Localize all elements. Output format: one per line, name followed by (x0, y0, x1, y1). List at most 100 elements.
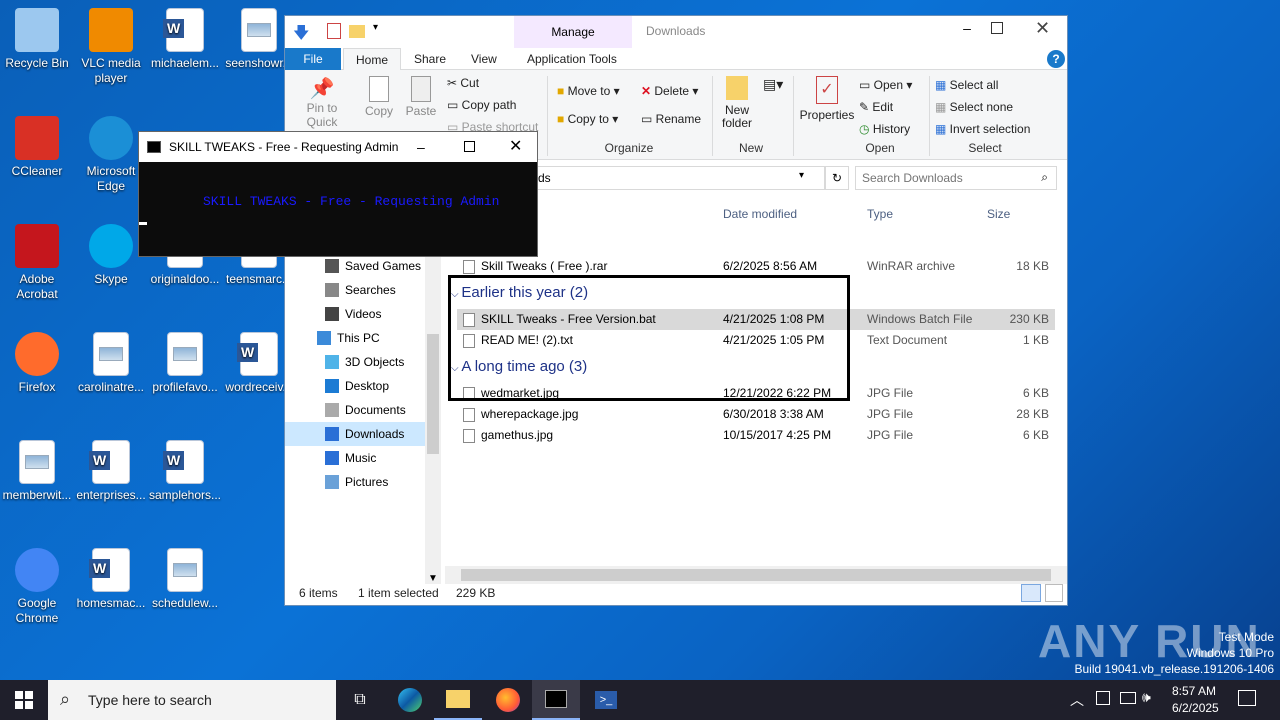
taskbar-search-box[interactable]: ⌕ Type here to search (48, 680, 336, 720)
desktop-icon[interactable]: Google Chrome (0, 548, 74, 626)
new-folder-button[interactable]: New folder (719, 76, 755, 130)
search-input[interactable] (862, 168, 1032, 188)
help-icon[interactable]: ? (1047, 50, 1065, 68)
nav-item-downloads[interactable]: Downloads (285, 422, 425, 446)
notification-icon[interactable] (1238, 690, 1256, 706)
copy-to-button[interactable]: ■ Copy to ▾ (557, 112, 618, 126)
volume-icon[interactable]: 🕪 (1142, 689, 1151, 706)
rename-button[interactable]: ▭ Rename (641, 112, 701, 126)
explorer-titlebar[interactable]: 🡇 ▾ Manage Downloads – ✕ (285, 16, 1067, 48)
copy-path-button[interactable]: ▭ Copy path (447, 98, 516, 112)
nav-item-music[interactable]: Music (285, 446, 425, 470)
close-button[interactable]: ✕ (1035, 18, 1050, 39)
history-button[interactable]: ◷ History (859, 122, 910, 136)
edge-taskbar-button[interactable] (386, 680, 434, 720)
large-icons-view-icon[interactable] (1045, 584, 1063, 602)
address-dropdown-icon[interactable]: ▾ (799, 170, 804, 181)
customize-dropdown-icon[interactable]: ▾ (373, 22, 378, 33)
invert-selection-button[interactable]: ▦ Invert selection (935, 122, 1030, 136)
this-pc-icon (317, 331, 331, 345)
nav-item-pictures[interactable]: Pictures (285, 470, 425, 494)
details-view-icon[interactable] (1021, 584, 1041, 602)
task-view-button[interactable]: ⧉ (336, 680, 384, 720)
nav-item-videos[interactable]: Videos (285, 302, 425, 326)
paste-button[interactable]: Paste (405, 76, 437, 118)
move-to-button[interactable]: ■ Move to ▾ (557, 84, 620, 98)
select-none-button[interactable]: ▦ Select none (935, 100, 1013, 114)
address-bar[interactable]: ds ▾ (535, 166, 825, 190)
desktop-icon[interactable]: Microsoft Edge (74, 116, 148, 194)
start-button[interactable] (0, 680, 48, 720)
hscroll-thumb[interactable] (461, 569, 1051, 581)
desktop-icon[interactable]: enterprises... (74, 440, 148, 503)
cut-button[interactable]: ✂ Cut (447, 76, 479, 90)
col-date-modified[interactable]: Date modified (723, 201, 797, 227)
file-row[interactable]: gamethus.jpg 10/15/2017 4:25 PM JPG File 6 … (457, 425, 1055, 446)
nav-item-documents[interactable]: Documents (285, 398, 425, 422)
desktop-icon[interactable]: CCleaner (0, 116, 74, 179)
desktop-icon[interactable]: michaelem... (148, 8, 222, 71)
manage-tab[interactable]: Manage (514, 16, 632, 48)
cmd-minimize-button[interactable]: – (417, 132, 425, 162)
tab-share[interactable]: Share (402, 48, 458, 70)
desktop-icon[interactable]: Firefox (0, 332, 74, 395)
file-name: wherepackage.jpg (463, 404, 578, 425)
cmd-titlebar[interactable]: SKILL TWEAKS - Free - Requesting Admin –… (139, 132, 537, 162)
desktop-icon[interactable]: carolinatre... (74, 332, 148, 395)
file-row[interactable]: Skill Tweaks ( Free ).rar 6/2/2025 8:56 A… (457, 256, 1055, 277)
desktop-icon[interactable]: Adobe Acrobat (0, 224, 74, 302)
powershell-taskbar-button[interactable]: >_ (582, 680, 630, 720)
nav-item-3d-objects[interactable]: 3D Objects (285, 350, 425, 374)
monitor-icon[interactable] (1120, 692, 1136, 704)
desktop-icon[interactable]: samplehors... (148, 440, 222, 503)
clock-time[interactable]: 8:57 AM (1172, 684, 1216, 698)
desktop-icon[interactable]: Recycle Bin (0, 8, 74, 71)
firefox-taskbar-button[interactable] (484, 680, 532, 720)
cmd-taskbar-button[interactable] (532, 680, 580, 720)
refresh-button[interactable]: ↻ (825, 166, 849, 190)
copy-button[interactable]: Copy (363, 76, 395, 118)
desktop-icon[interactable]: memberwit... (0, 440, 74, 503)
tab-application-tools[interactable]: Application Tools (515, 48, 629, 70)
col-size[interactable]: Size (987, 201, 1010, 227)
tray-chevron-icon[interactable]: ︿ (1070, 690, 1084, 710)
cmd-close-button[interactable]: ✕ (509, 132, 522, 162)
select-none-label: Select none (949, 100, 1014, 114)
tab-home[interactable]: Home (343, 48, 402, 70)
pin-quick-access-button[interactable]: 📌 Pin to Quick access (291, 76, 353, 136)
search-icon[interactable]: ⌕ (1041, 170, 1048, 185)
col-type[interactable]: Type (867, 201, 893, 227)
nav-item-this-pc[interactable]: This PC (285, 326, 425, 350)
file-row[interactable]: wherepackage.jpg 6/30/2018 3:38 AM JPG Fil… (457, 404, 1055, 425)
nav-item-desktop[interactable]: Desktop (285, 374, 425, 398)
nav-scrollbar-thumb[interactable] (427, 334, 439, 454)
nav-item-saved-games[interactable]: Saved Games (285, 254, 425, 278)
desktop-icon[interactable]: Skype (74, 224, 148, 287)
desktop-icon[interactable]: homesmac... (74, 548, 148, 611)
tab-file[interactable]: File (285, 48, 341, 70)
new-item-icon[interactable]: ▤▾ (763, 76, 783, 93)
properties-check-icon[interactable] (327, 23, 341, 39)
cmd-window[interactable]: SKILL TWEAKS - Free - Requesting Admin –… (138, 131, 538, 257)
edit-button[interactable]: ✎ Edit (859, 100, 893, 114)
network-icon[interactable] (1096, 691, 1110, 705)
cmd-maximize-button[interactable] (464, 141, 475, 152)
open-button[interactable]: ▭ Open ▾ (859, 78, 912, 92)
nav-item-searches[interactable]: Searches (285, 278, 425, 302)
download-arrow-icon[interactable]: 🡇 (293, 22, 309, 49)
file-explorer-window[interactable]: 🡇 ▾ Manage Downloads – ✕ File Home Share… (284, 15, 1068, 606)
pictures-icon (325, 475, 339, 489)
select-all-button[interactable]: ▦ Select all (935, 78, 998, 92)
desktop-icon[interactable]: profilefavo... (148, 332, 222, 395)
file-explorer-taskbar-button[interactable] (434, 680, 482, 720)
search-box[interactable]: ⌕ (855, 166, 1057, 190)
maximize-button[interactable] (991, 22, 1003, 34)
clock-date[interactable]: 6/2/2025 (1172, 701, 1219, 715)
desktop-icon[interactable]: VLC media player (74, 8, 148, 86)
new-folder-icon[interactable] (349, 25, 365, 38)
tab-view[interactable]: View (459, 48, 509, 70)
minimize-button[interactable]: – (955, 20, 979, 40)
desktop-icon[interactable]: schedulew... (148, 548, 222, 611)
properties-button[interactable]: ✓ Properties (799, 76, 855, 122)
delete-button[interactable]: ✕ Delete ▾ (641, 84, 698, 98)
